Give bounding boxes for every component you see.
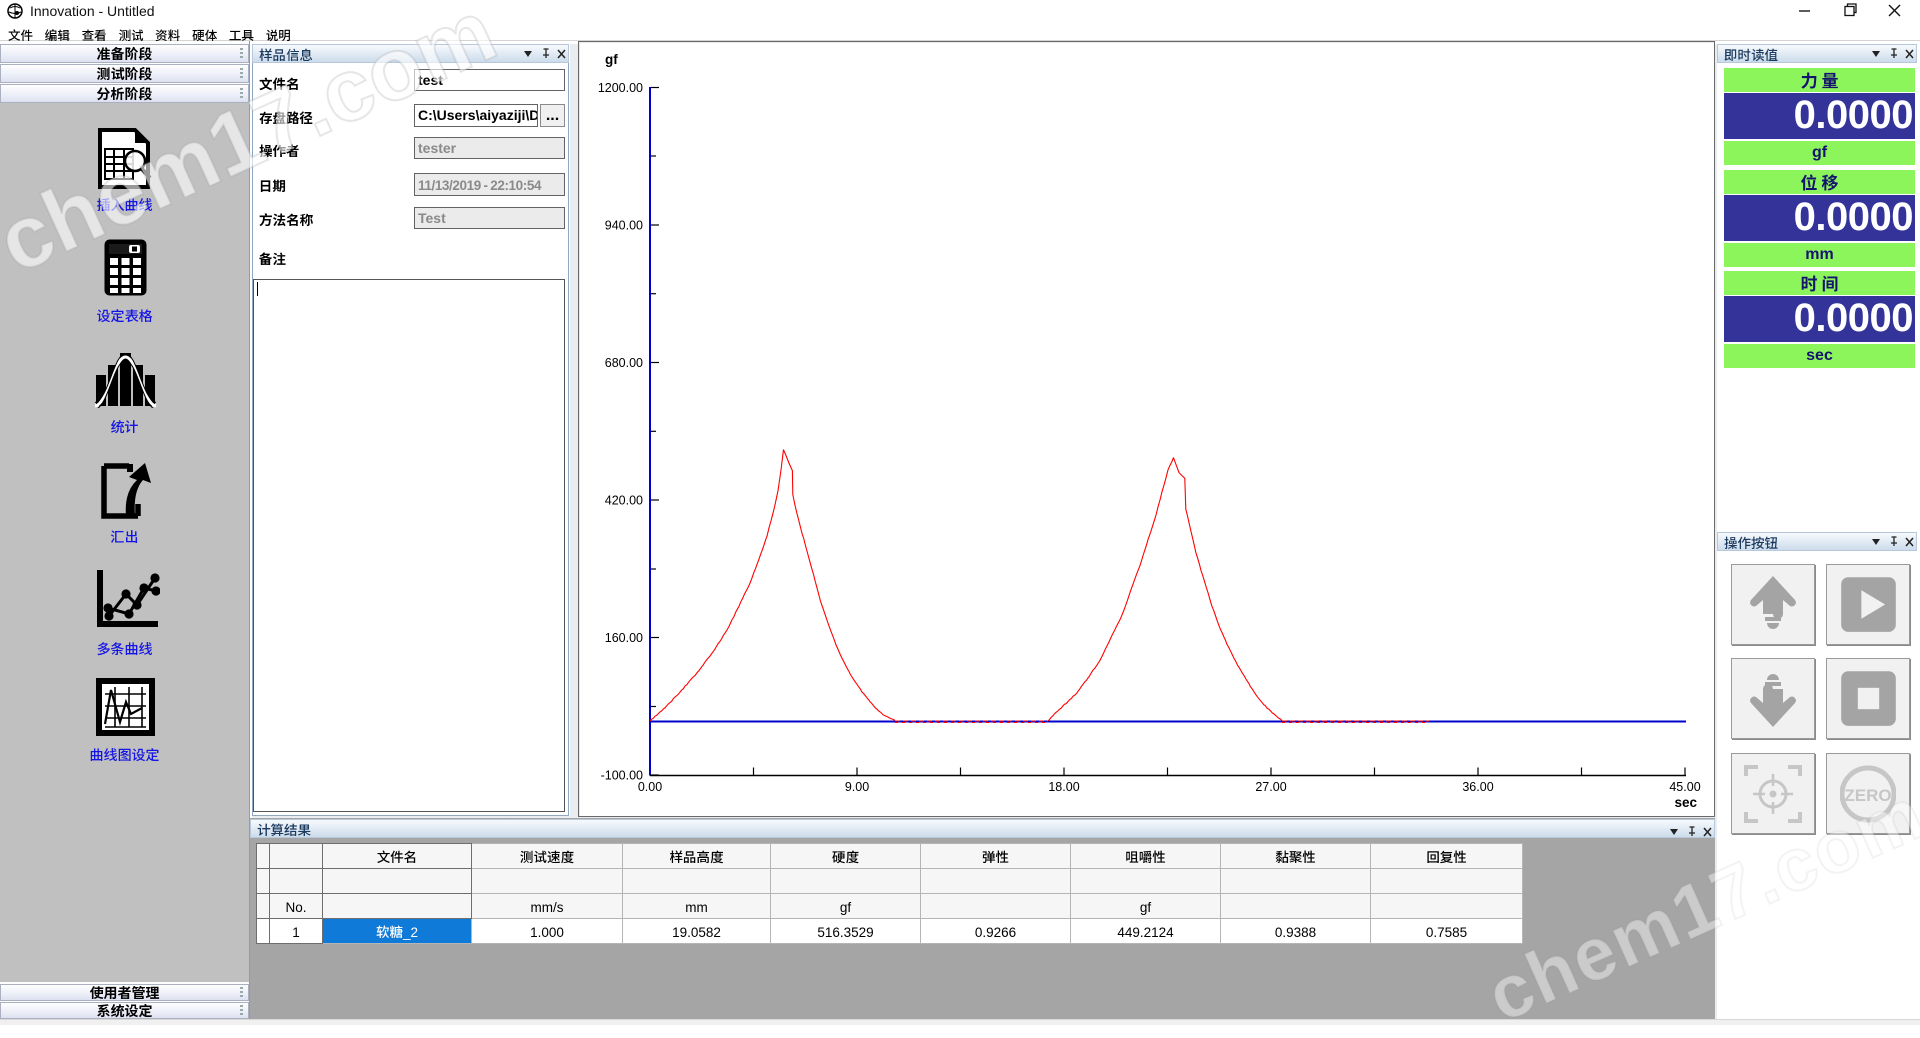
svg-text:9.00: 9.00 <box>845 780 869 794</box>
svg-text:1200.00: 1200.00 <box>598 81 643 95</box>
svg-text:420.00: 420.00 <box>605 494 643 508</box>
svg-text:sec: sec <box>1674 795 1697 810</box>
svg-text:18.00: 18.00 <box>1048 780 1079 794</box>
svg-text:0.00: 0.00 <box>638 780 662 794</box>
svg-text:160.00: 160.00 <box>605 631 643 645</box>
svg-text:36.00: 36.00 <box>1462 780 1493 794</box>
svg-text:-100.00: -100.00 <box>601 769 643 783</box>
svg-text:680.00: 680.00 <box>605 356 643 370</box>
svg-text:940.00: 940.00 <box>605 219 643 233</box>
svg-text:gf: gf <box>605 52 618 67</box>
svg-text:27.00: 27.00 <box>1255 780 1286 794</box>
svg-text:45.00: 45.00 <box>1669 780 1700 794</box>
